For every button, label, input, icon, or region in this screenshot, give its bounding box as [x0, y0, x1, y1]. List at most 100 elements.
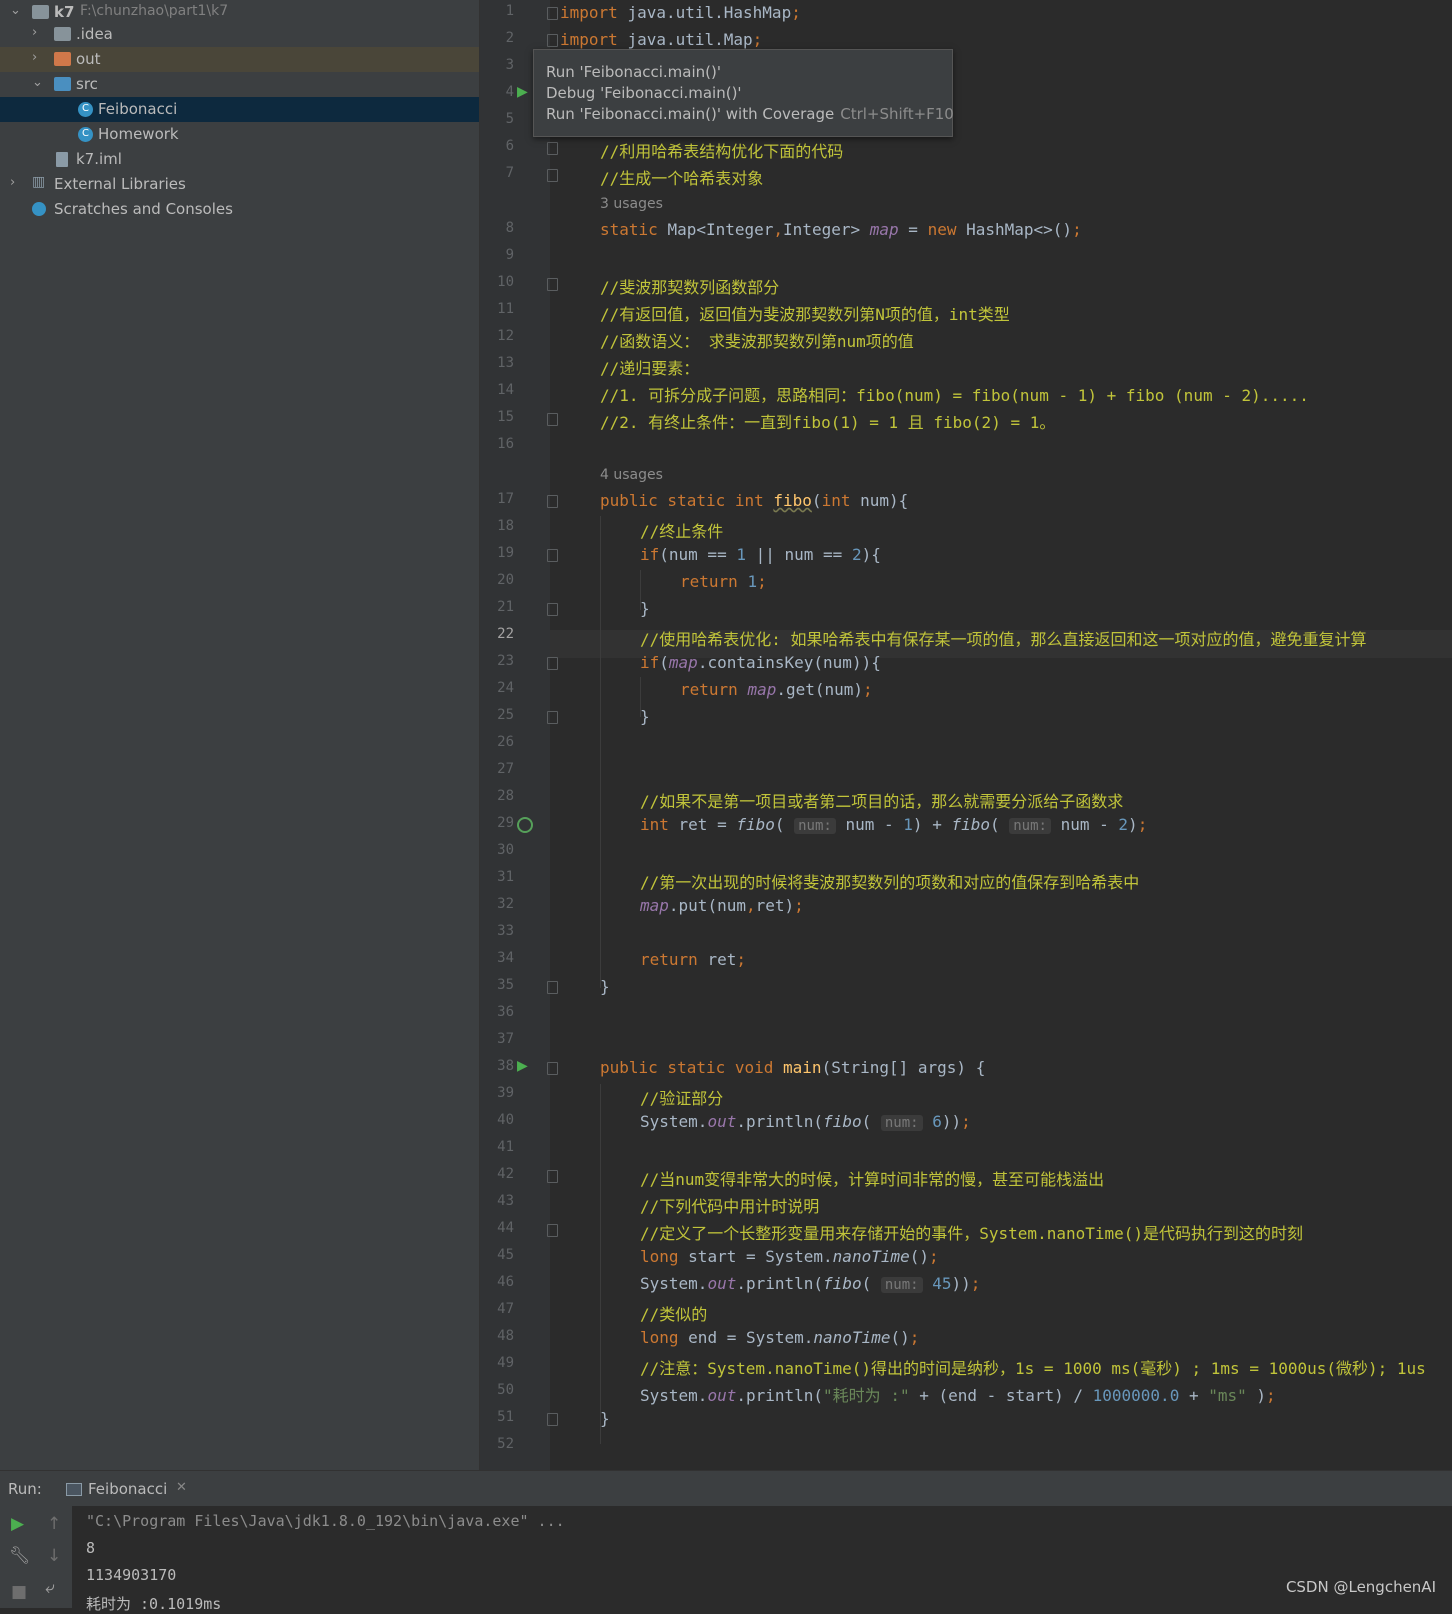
line-number: 6	[505, 138, 514, 154]
fold-marker-icon[interactable]	[547, 1062, 558, 1075]
parameter-hint: num:	[794, 818, 836, 834]
parameter-hint: num:	[880, 1277, 923, 1293]
arrow-down-icon[interactable]: ↓	[47, 1546, 61, 1566]
line-number: 11	[497, 301, 514, 317]
tree-item-feibonacci[interactable]: C Feibonacci	[0, 97, 479, 122]
line-number: 51	[497, 1409, 514, 1425]
line-number: 49	[497, 1355, 514, 1371]
tree-item-out[interactable]: › out	[0, 47, 479, 72]
run-toolbar-left: ▶ 🔧︎ ■	[0, 1506, 36, 1608]
code-line-43: //下列代码中用计时说明	[640, 1197, 820, 1216]
line-number: 21	[497, 599, 514, 615]
chevron-right-icon[interactable]: ›	[10, 175, 15, 190]
fold-marker-icon[interactable]	[547, 1224, 558, 1237]
console-line: 耗时为 :0.1019ms	[86, 1595, 222, 1613]
stop-icon[interactable]: ■	[11, 1582, 27, 1602]
popup-coverage-item[interactable]: Run 'Feibonacci.main()' with Coverage Ctr…	[546, 105, 954, 123]
line-number: 3	[505, 57, 514, 73]
fold-marker-icon[interactable]	[547, 413, 558, 426]
chevron-down-icon[interactable]: ⌄	[10, 3, 21, 18]
tree-item-label: k7.iml	[76, 150, 122, 168]
code-line-31: //第一次出现的时候将斐波那契数列的项数和对应的值保存到哈希表中	[640, 873, 1140, 892]
code-line-11: //有返回值，返回值为斐波那契数列第N项的值，int类型	[600, 305, 1010, 324]
fold-marker-icon[interactable]	[547, 7, 558, 20]
chevron-right-icon[interactable]: ›	[32, 50, 37, 65]
code-line-42: //当num变得非常大的时候，计算时间非常的慢，甚至可能栈溢出	[640, 1170, 1105, 1189]
fold-marker-icon[interactable]	[547, 981, 558, 994]
line-number: 18	[497, 518, 514, 534]
chevron-down-icon[interactable]: ⌄	[32, 75, 43, 90]
line-number: 7	[505, 165, 514, 181]
tree-item-scratches[interactable]: Scratches and Consoles	[0, 197, 479, 222]
line-number: 46	[497, 1274, 514, 1290]
code-line-1: import java.util.HashMap;	[560, 3, 801, 22]
fold-marker-icon[interactable]	[547, 549, 558, 562]
code-line-34: return ret;	[640, 950, 746, 969]
fold-marker-icon[interactable]	[547, 169, 558, 182]
fold-marker-icon[interactable]	[547, 711, 558, 724]
line-number: 37	[497, 1031, 514, 1047]
line-number: 45	[497, 1247, 514, 1263]
line-number: 25	[497, 707, 514, 723]
code-line-25: }	[640, 707, 650, 726]
popup-run-item[interactable]: Run 'Feibonacci.main()'	[546, 63, 721, 81]
console-line: "C:\Program Files\Java\jdk1.8.0_192\bin\…	[86, 1512, 565, 1530]
code-line-15: //2. 有终止条件：一直到fibo(1) = 1 且 fibo(2) = 1。	[600, 413, 1056, 432]
line-number: 5	[505, 111, 514, 127]
usages-hint[interactable]: 4 usages	[600, 467, 663, 483]
fold-marker-icon[interactable]	[547, 603, 558, 616]
project-tool-window: ⌄ k7 F:\chunzhao\part1\k7 › .idea › out …	[0, 0, 479, 1470]
rerun-icon[interactable]: ▶	[11, 1514, 24, 1534]
line-number: 14	[497, 382, 514, 398]
wrench-icon[interactable]: 🔧︎	[9, 1546, 31, 1566]
tree-item-k7-iml[interactable]: k7.iml	[0, 147, 479, 172]
line-number: 50	[497, 1382, 514, 1398]
tree-item-homework[interactable]: C Homework	[0, 122, 479, 147]
tree-item-label: Scratches and Consoles	[54, 200, 233, 218]
popup-debug-item[interactable]: Debug 'Feibonacci.main()'	[546, 84, 742, 102]
run-toolbar-right: ↑ ↓ ⤶	[36, 1506, 72, 1608]
console-line: 8	[86, 1539, 96, 1557]
excluded-folder-icon	[54, 52, 71, 66]
code-line-18: //终止条件	[640, 522, 724, 541]
fold-marker-icon[interactable]	[547, 34, 558, 47]
run-class-icon[interactable]: ▶	[517, 84, 528, 100]
line-number: 33	[497, 923, 514, 939]
fold-marker-icon[interactable]	[547, 495, 558, 508]
tree-item-idea[interactable]: › .idea	[0, 22, 479, 47]
run-context-popup: Run 'Feibonacci.main()' Debug 'Feibonacc…	[533, 49, 954, 137]
line-number: 32	[497, 896, 514, 912]
console-output[interactable]: "C:\Program Files\Java\jdk1.8.0_192\bin\…	[0, 1506, 1452, 1613]
tree-item-label: src	[76, 75, 98, 93]
line-number: 38	[497, 1058, 514, 1074]
chevron-right-icon[interactable]: ›	[32, 25, 37, 40]
fold-marker-icon[interactable]	[547, 278, 558, 291]
fold-marker-icon[interactable]	[547, 142, 558, 155]
code-line-51: }	[600, 1409, 610, 1428]
run-main-icon[interactable]: ▶	[517, 1058, 528, 1074]
soft-wrap-icon[interactable]: ⤶	[45, 1578, 55, 1598]
fold-marker-icon[interactable]	[547, 657, 558, 670]
line-number: 29	[497, 815, 514, 831]
code-line-8: static Map<Integer,Integer> map = new Ha…	[600, 220, 1082, 239]
line-number: 31	[497, 869, 514, 885]
line-number: 4	[505, 84, 514, 100]
java-class-icon: C	[78, 102, 93, 117]
close-icon[interactable]: ✕	[176, 1480, 187, 1495]
code-line-12: //函数语义： 求斐波那契数列第num项的值	[600, 332, 914, 351]
run-tab-feibonacci[interactable]: Feibonacci ✕	[50, 1471, 200, 1510]
keyword: import	[560, 30, 628, 49]
tree-root-name: k7	[54, 3, 75, 21]
tree-item-src[interactable]: ⌄ src	[0, 72, 479, 97]
usages-hint[interactable]: 3 usages	[600, 196, 663, 212]
arrow-up-icon[interactable]: ↑	[47, 1514, 61, 1534]
indent-guide	[600, 1084, 601, 1444]
line-number: 34	[497, 950, 514, 966]
console-icon	[66, 1483, 82, 1496]
code-line-7: //生成一个哈希表对象	[600, 169, 764, 188]
line-number: 44	[497, 1220, 514, 1236]
fold-marker-icon[interactable]	[547, 1170, 558, 1183]
fold-marker-icon[interactable]	[547, 1413, 558, 1426]
tree-item-external-libraries[interactable]: › ▥ External Libraries	[0, 172, 479, 197]
line-number-current: 22	[497, 626, 514, 642]
